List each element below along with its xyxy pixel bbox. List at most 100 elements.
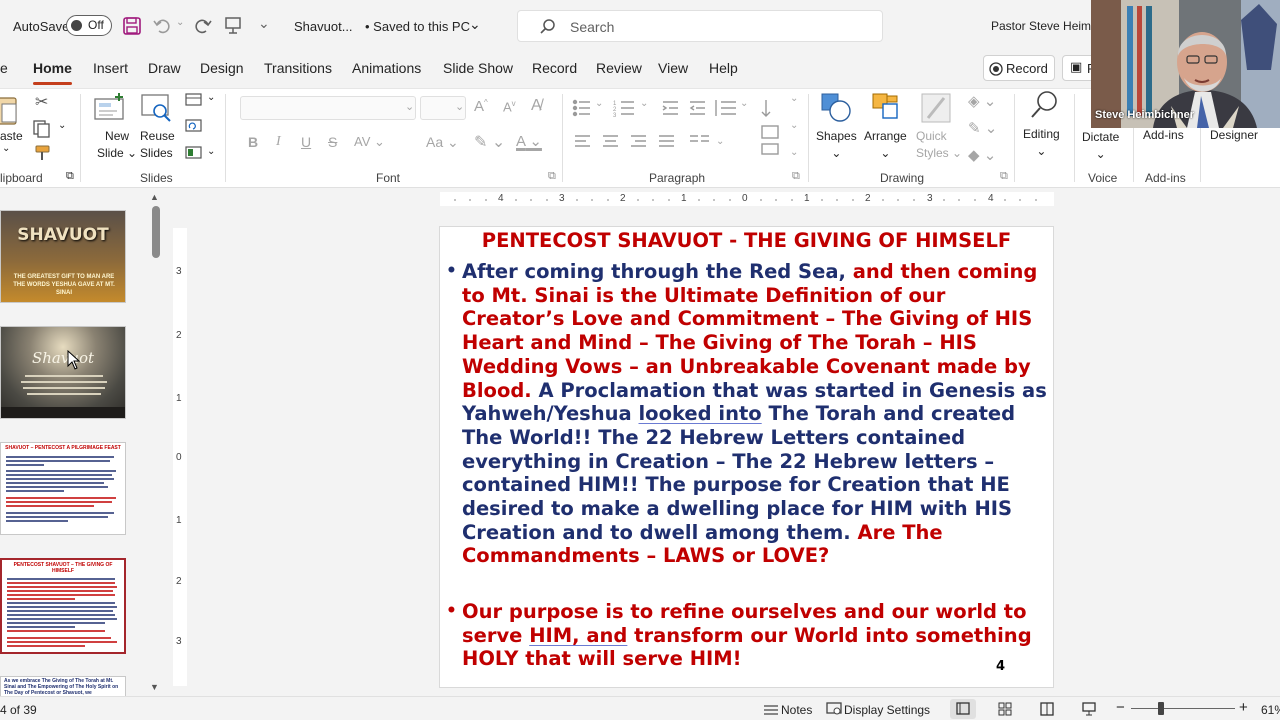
slide-counter[interactable]: 4 of 39 xyxy=(0,703,37,717)
slide-title[interactable]: PENTECOST SHAVUOT - THE GIVING OF HIMSEL… xyxy=(440,229,1053,252)
thumbnail-scrollbar[interactable] xyxy=(150,194,162,692)
designer-button[interactable]: Designer xyxy=(1210,128,1258,142)
new-slide-label[interactable]: New Slide ⌄ xyxy=(97,128,137,162)
zoom-level[interactable]: 61% xyxy=(1261,703,1280,717)
shape-effects-icon[interactable]: ◆ ⌄ xyxy=(968,146,996,164)
paragraph-launcher-icon[interactable]: ⧉ xyxy=(792,170,800,183)
slideshow-view-icon[interactable] xyxy=(1082,702,1096,716)
font-size-combo[interactable]: ⌄ xyxy=(420,96,466,120)
reading-view-icon[interactable] xyxy=(1040,702,1054,716)
underline-button[interactable]: U xyxy=(301,134,311,150)
layout-dropdown-icon[interactable]: ⌄ xyxy=(207,92,215,103)
tab-home[interactable]: Home xyxy=(33,60,72,76)
tab-insert[interactable]: Insert xyxy=(93,60,128,76)
tab-animations[interactable]: Animations xyxy=(352,60,421,76)
normal-view-icon[interactable] xyxy=(956,702,970,716)
notes-icon[interactable] xyxy=(763,703,779,716)
arrange-button[interactable]: Arrange ⌄ xyxy=(864,128,907,162)
present-from-start-icon[interactable] xyxy=(224,16,242,34)
bullet-2-text[interactable]: Our purpose is to refine ourselves and o… xyxy=(462,600,1052,671)
paste-label[interactable]: aste xyxy=(0,129,23,143)
zoom-in-button[interactable]: + xyxy=(1239,699,1248,716)
slide-thumbnail-3[interactable]: SHAVUOT – PENTECOST A PILGRIMAGE FEAST xyxy=(0,442,126,535)
tab-file[interactable]: e xyxy=(0,60,8,76)
shape-fill-icon[interactable]: ◈ ⌄ xyxy=(968,92,996,110)
slide-thumbnail-2[interactable]: Shavuot xyxy=(0,326,126,419)
cut-icon[interactable]: ✂ xyxy=(35,92,48,112)
undo-icon[interactable] xyxy=(153,17,171,35)
zoom-slider-thumb[interactable] xyxy=(1158,702,1164,715)
line-spacing-dropdown-icon[interactable]: ⌄ xyxy=(740,98,748,109)
bullets-dropdown-icon[interactable]: ⌄ xyxy=(595,98,603,109)
notes-button[interactable]: Notes xyxy=(781,703,812,717)
scroll-up-icon[interactable]: ▲ xyxy=(150,192,159,202)
save-status-dropdown-icon[interactable]: ⌄ xyxy=(469,16,481,33)
zoom-slider[interactable] xyxy=(1131,708,1235,709)
tab-record[interactable]: Record xyxy=(532,60,577,76)
search-box[interactable]: Search xyxy=(517,10,883,42)
undo-dropdown-icon[interactable]: ⌄ xyxy=(176,17,184,28)
highlight-icon[interactable]: ✎ ⌄ xyxy=(474,132,505,152)
reuse-slides-label[interactable]: Reuse Slides xyxy=(140,128,175,162)
tab-help[interactable]: Help xyxy=(709,60,738,76)
shrink-font-icon[interactable]: Av xyxy=(503,99,516,114)
font-launcher-icon[interactable]: ⧉ xyxy=(548,170,556,183)
tab-view[interactable]: View xyxy=(658,60,688,76)
autosave-toggle[interactable]: Off xyxy=(66,15,112,36)
strikethrough-button[interactable]: S xyxy=(328,134,337,150)
align-text-dropdown-icon[interactable]: ⌄ xyxy=(790,120,798,131)
drawing-launcher-icon[interactable]: ⧉ xyxy=(1000,170,1008,183)
slide-thumbnail-1[interactable]: SHAVUOT THE GREATEST GIFT TO MAN ARE THE… xyxy=(0,210,126,303)
section-dropdown-icon[interactable]: ⌄ xyxy=(207,146,215,157)
quick-styles-button[interactable]: Quick Styles ⌄ xyxy=(916,128,962,162)
text-direction-dropdown-icon[interactable]: ⌄ xyxy=(790,93,798,104)
editing-button[interactable]: Editing ⌄ xyxy=(1023,126,1060,160)
columns-dropdown-icon[interactable]: ⌄ xyxy=(716,136,724,147)
smartart-dropdown-icon[interactable]: ⌄ xyxy=(790,147,798,158)
font-name-combo[interactable]: ⌄ xyxy=(240,96,416,120)
character-spacing-button[interactable]: AV ⌄ xyxy=(354,134,385,150)
copy-dropdown-icon[interactable]: ⌄ xyxy=(58,120,66,131)
clear-formatting-icon[interactable]: A̸ xyxy=(531,97,542,115)
tab-transitions[interactable]: Transitions xyxy=(264,60,332,76)
redo-icon[interactable] xyxy=(194,17,212,35)
paste-dropdown-icon[interactable]: ⌄ xyxy=(2,143,10,154)
save-icon[interactable] xyxy=(123,17,141,35)
font-color-icon[interactable]: A ⌄ xyxy=(516,132,542,150)
current-slide[interactable]: PENTECOST SHAVUOT - THE GIVING OF HIMSEL… xyxy=(439,226,1054,688)
quick-styles-icon[interactable] xyxy=(920,92,954,126)
document-title[interactable]: Shavuot... xyxy=(294,19,353,34)
reset-icon[interactable] xyxy=(185,119,203,133)
bullet-1-text[interactable]: After coming through the Red Sea, and th… xyxy=(462,260,1052,568)
new-slide-icon[interactable] xyxy=(93,93,127,123)
save-status[interactable]: • Saved to this PC xyxy=(365,19,470,34)
change-case-button[interactable]: Aa ⌄ xyxy=(426,134,459,151)
clipboard-launcher-icon[interactable]: ⧉ xyxy=(66,170,74,183)
dictate-button[interactable]: Dictate ⌄ xyxy=(1082,129,1119,163)
reuse-slides-icon[interactable] xyxy=(140,93,174,123)
italic-button[interactable]: I xyxy=(276,134,281,150)
paste-icon[interactable] xyxy=(0,94,22,128)
user-name[interactable]: Pastor Steve Heimbic xyxy=(991,19,1106,33)
record-button[interactable]: Record xyxy=(983,55,1055,81)
tab-design[interactable]: Design xyxy=(200,60,244,76)
bold-button[interactable]: B xyxy=(248,134,258,150)
scroll-down-icon[interactable]: ▼ xyxy=(150,682,159,692)
tab-slide-show[interactable]: Slide Show xyxy=(443,60,513,76)
copy-icon[interactable] xyxy=(33,120,51,138)
grow-font-icon[interactable]: A^ xyxy=(474,98,488,115)
display-settings-button[interactable]: Display Settings xyxy=(844,703,930,717)
add-ins-button[interactable]: Add-ins xyxy=(1143,128,1184,142)
section-icon[interactable] xyxy=(185,146,203,160)
tab-review[interactable]: Review xyxy=(596,60,642,76)
arrange-icon[interactable] xyxy=(871,92,905,126)
find-icon[interactable] xyxy=(1030,90,1060,120)
customize-toolbar-icon[interactable]: ⌄ xyxy=(258,15,270,32)
slide-thumbnail-5[interactable]: As we embrace The Giving of The Torah at… xyxy=(0,676,126,696)
slide-thumbnail-4-selected[interactable]: PENTECOST SHAVUOT – THE GIVING OF HIMSEL… xyxy=(0,558,126,654)
zoom-out-button[interactable]: − xyxy=(1116,699,1125,716)
display-settings-icon[interactable] xyxy=(826,702,842,716)
tab-draw[interactable]: Draw xyxy=(148,60,181,76)
layout-icon[interactable] xyxy=(185,93,203,107)
numbering-dropdown-icon[interactable]: ⌄ xyxy=(640,98,648,109)
